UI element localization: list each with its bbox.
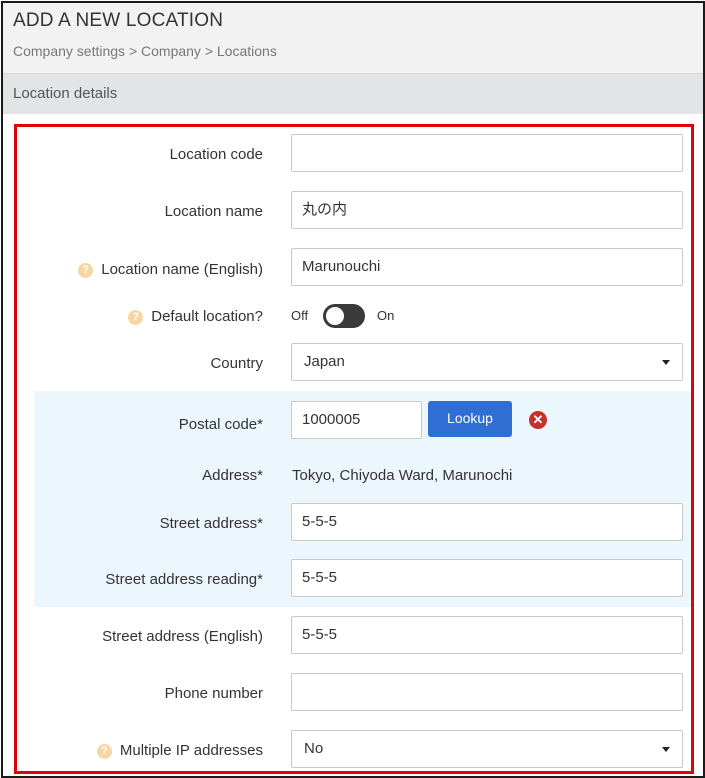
section-header: Location details	[3, 73, 703, 114]
highlighted-form-area: Location code Location name 丸の内 ? Locatio…	[14, 124, 694, 774]
location-name-input[interactable]: 丸の内	[291, 191, 683, 229]
page-title: ADD A NEW LOCATION	[13, 10, 224, 31]
multiple-ip-label-row: ? Multiple IP addresses	[96, 742, 263, 759]
country-select[interactable]: Japan	[291, 343, 683, 381]
section-title: Location details	[13, 85, 118, 102]
help-icon[interactable]: ?	[96, 744, 112, 759]
location-name-english-label-row: ? Location name (English)	[78, 261, 263, 278]
phone-number-label: Phone number	[164, 685, 263, 702]
default-location-toggle[interactable]	[323, 304, 365, 328]
help-icon[interactable]: ?	[128, 310, 144, 325]
toggle-on-label: On	[377, 308, 395, 323]
street-address-label: Street address*	[159, 515, 263, 532]
street-address-english-label: Street address (English)	[102, 628, 263, 645]
location-name-english-label: Location name (English)	[101, 261, 263, 278]
chevron-down-icon	[662, 360, 670, 365]
lookup-button[interactable]: Lookup	[428, 401, 512, 437]
multiple-ip-label: Multiple IP addresses	[119, 742, 263, 759]
address-label: Address*	[202, 467, 263, 484]
postal-code-input[interactable]: 1000005	[291, 401, 422, 439]
country-select-value: Japan	[304, 353, 345, 370]
default-location-label: Default location?	[151, 308, 263, 325]
street-address-reading-input[interactable]: 5-5-5	[291, 559, 683, 597]
street-address-reading-label: Street address reading*	[105, 571, 263, 588]
phone-number-input[interactable]	[291, 673, 683, 711]
multiple-ip-select-value: No	[304, 740, 324, 757]
location-code-input[interactable]	[291, 134, 683, 172]
multiple-ip-select[interactable]: No	[291, 730, 683, 768]
address-value: Tokyo, Chiyoda Ward, Marunochi	[292, 467, 513, 484]
page-header: ADD A NEW LOCATION Company settings > Co…	[3, 3, 703, 73]
location-code-label: Location code	[169, 146, 263, 163]
postal-code-label: Postal code*	[178, 416, 263, 433]
street-address-english-input[interactable]: 5-5-5	[291, 616, 683, 654]
street-address-input[interactable]: 5-5-5	[291, 503, 683, 541]
location-name-label: Location name	[164, 203, 263, 220]
page-frame: ADD A NEW LOCATION Company settings > Co…	[1, 1, 705, 778]
toggle-off-label: Off	[291, 308, 309, 323]
clear-postal-code-icon[interactable]: ✕	[529, 411, 547, 429]
location-name-english-input[interactable]: Marunouchi	[291, 248, 683, 286]
help-icon[interactable]: ?	[78, 263, 94, 278]
chevron-down-icon	[662, 747, 670, 752]
country-label: Country	[210, 355, 263, 372]
default-location-label-row: ? Default location?	[128, 308, 263, 325]
toggle-knob	[326, 307, 344, 325]
breadcrumb[interactable]: Company settings > Company > Locations	[13, 43, 277, 59]
